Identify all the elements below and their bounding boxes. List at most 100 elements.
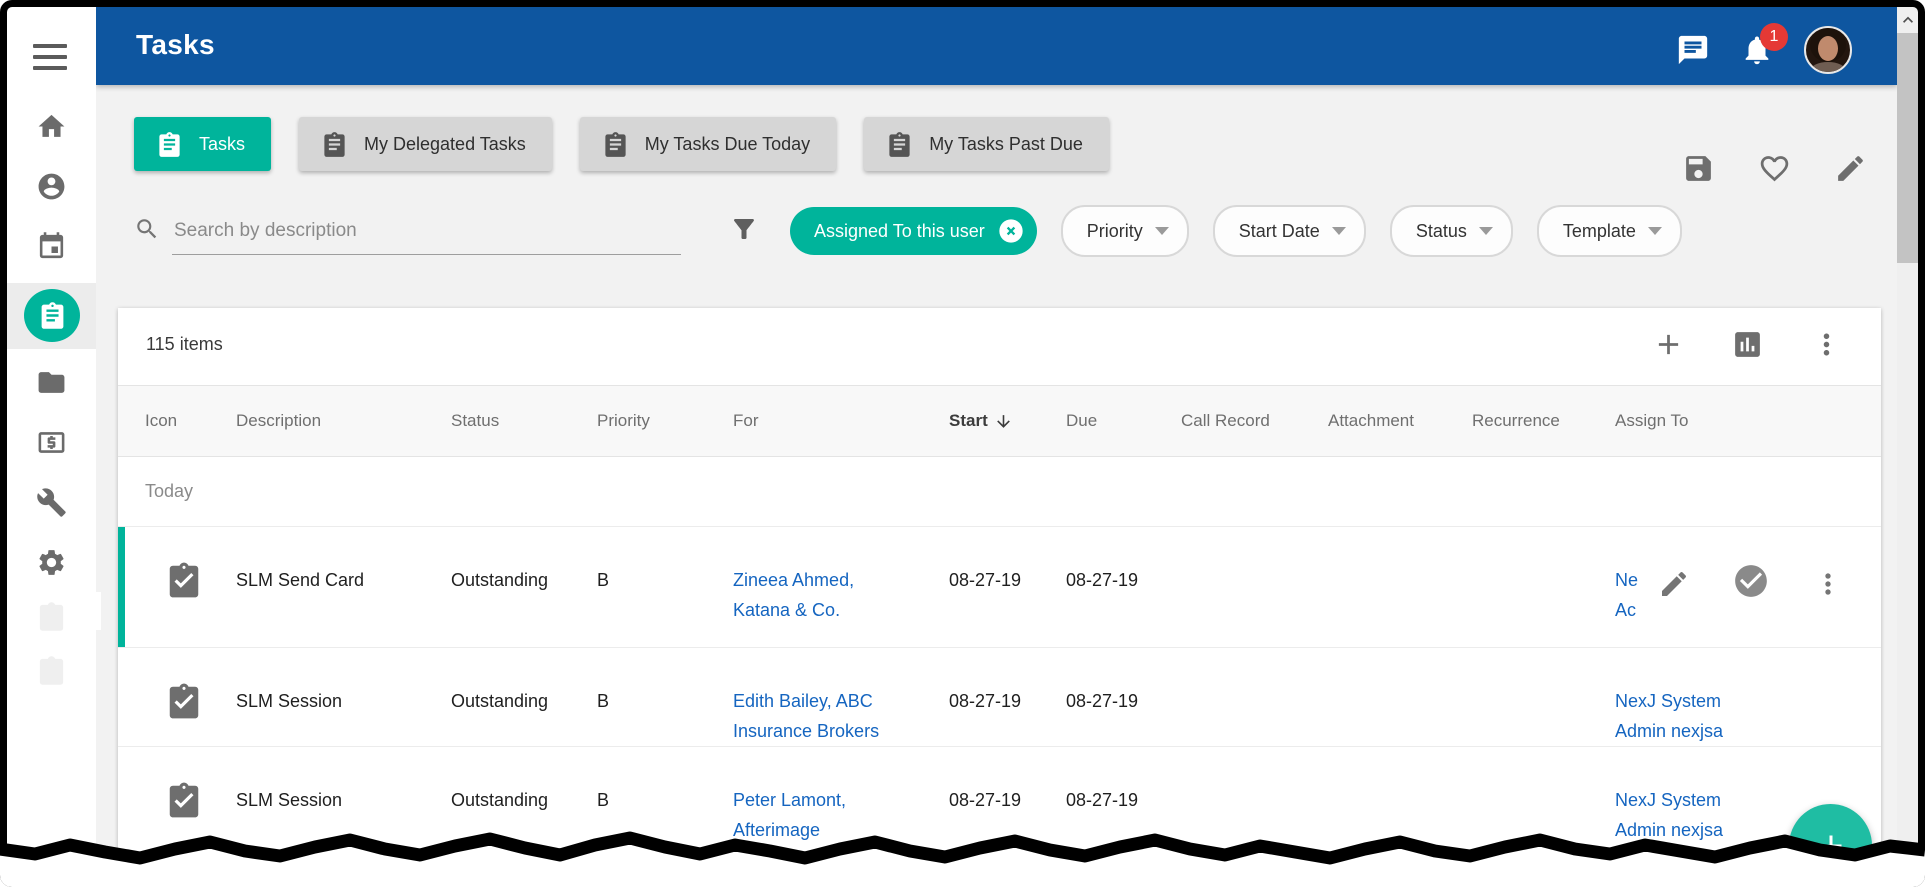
tab-my-tasks-past-due[interactable]: My Tasks Past Due: [864, 117, 1109, 171]
cell-start: 08-27-19: [949, 527, 1066, 595]
column-status[interactable]: Status: [451, 411, 597, 431]
folder-icon: [36, 367, 67, 398]
scrollbar[interactable]: [1897, 7, 1918, 887]
assign-to-link[interactable]: Admin nexjsa: [1615, 716, 1881, 746]
notifications-button[interactable]: 1: [1740, 33, 1774, 67]
group-header-today: Today: [118, 457, 1881, 527]
tab-label: My Tasks Due Today: [645, 134, 810, 155]
more-vert-icon[interactable]: [1810, 328, 1843, 361]
column-call-record[interactable]: Call Record: [1181, 411, 1328, 431]
search-row: [134, 205, 759, 257]
table-row[interactable]: SLM Session Outstanding B Edith Bailey, …: [118, 648, 1881, 747]
sidebar-item-billing[interactable]: [7, 411, 96, 473]
column-due[interactable]: Due: [1066, 411, 1181, 431]
for-link[interactable]: Afterimage: [733, 815, 949, 845]
chip-remove-icon[interactable]: [997, 217, 1025, 245]
chip-status[interactable]: Status: [1390, 205, 1513, 257]
tab-tasks[interactable]: Tasks: [134, 117, 271, 171]
clipboard-icon: [602, 131, 629, 158]
faded-icon: [36, 655, 67, 686]
clipboard-icon: [321, 131, 348, 158]
task-type-icon: [164, 778, 204, 822]
screenshot-stage: Tasks 1 Tasks My Delegated Tasks My Tas: [0, 0, 1925, 887]
cell-priority: B: [597, 648, 733, 716]
table-row[interactable]: SLM Send Card Outstanding B Zineea Ahmed…: [118, 527, 1881, 648]
home-icon: [36, 111, 67, 142]
chevron-down-icon: [1332, 227, 1346, 235]
chip-priority[interactable]: Priority: [1061, 205, 1189, 257]
for-link[interactable]: Edith Bailey, ABC: [733, 686, 949, 716]
sidebar-item-home[interactable]: [7, 95, 96, 157]
chart-icon[interactable]: [1731, 328, 1764, 361]
add-task-fab[interactable]: [1789, 804, 1872, 887]
cell-priority: B: [597, 747, 733, 815]
sidebar-item-documents[interactable]: [7, 351, 96, 413]
sidebar-item-settings[interactable]: [7, 531, 96, 593]
save-icon[interactable]: [1682, 152, 1715, 185]
chip-start-date[interactable]: Start Date: [1213, 205, 1366, 257]
tab-my-tasks-due-today[interactable]: My Tasks Due Today: [580, 117, 836, 171]
sidebar-item-calendar[interactable]: [7, 215, 96, 277]
sidebar-item-faded-2[interactable]: [7, 639, 96, 701]
column-attachment[interactable]: Attachment: [1328, 411, 1472, 431]
favorite-icon[interactable]: [1758, 152, 1791, 185]
assign-to-link[interactable]: Ne: [1615, 565, 1649, 595]
sidebar-item-faded-1[interactable]: [7, 585, 96, 647]
cell-start: 08-27-19: [949, 648, 1066, 716]
notification-badge: 1: [1760, 23, 1788, 51]
tab-label: My Delegated Tasks: [364, 134, 526, 155]
cell-due: 08-27-19: [1066, 527, 1181, 595]
filter-icon[interactable]: [729, 214, 759, 249]
for-link[interactable]: Katana & Co.: [733, 595, 949, 625]
column-icon[interactable]: Icon: [118, 411, 236, 431]
column-assign-to[interactable]: Assign To: [1612, 411, 1881, 431]
row-selected-accent: [118, 527, 125, 647]
column-priority[interactable]: Priority: [597, 411, 733, 431]
saved-list-tabs: Tasks My Delegated Tasks My Tasks Due To…: [134, 117, 1109, 171]
complete-task-icon[interactable]: [1732, 562, 1770, 605]
assign-to-link[interactable]: Ac: [1615, 595, 1649, 625]
tab-my-delegated-tasks[interactable]: My Delegated Tasks: [299, 117, 552, 171]
task-type-icon: [164, 679, 204, 723]
chat-button[interactable]: [1676, 33, 1710, 67]
add-icon[interactable]: [1652, 328, 1685, 361]
scroll-up-button[interactable]: [1897, 7, 1918, 33]
chip-template[interactable]: Template: [1537, 205, 1682, 257]
column-for[interactable]: For: [733, 411, 949, 431]
edit-row-icon[interactable]: [1658, 568, 1690, 600]
for-link[interactable]: Insurance Brokers: [733, 716, 949, 746]
column-recurrence[interactable]: Recurrence: [1472, 411, 1612, 431]
for-link[interactable]: Systems: [733, 845, 949, 875]
filter-chips: Assigned To this user Priority Start Dat…: [790, 205, 1682, 257]
chip-label: Template: [1563, 221, 1636, 242]
app-bar: Tasks 1: [96, 7, 1897, 85]
assign-to-link[interactable]: NexJ System: [1615, 686, 1881, 716]
scrollbar-thumb[interactable]: [1897, 33, 1918, 263]
column-description[interactable]: Description: [236, 411, 451, 431]
cell-description: SLM Session: [236, 747, 451, 815]
cell-description: SLM Session: [236, 648, 451, 716]
cell-recurrence: [1472, 747, 1612, 785]
chat-icon: [1676, 33, 1710, 67]
billing-icon: [36, 427, 67, 458]
cell-call-record: [1181, 747, 1328, 785]
sidebar-item-contacts[interactable]: [7, 155, 96, 217]
chip-assigned-to-this-user[interactable]: Assigned To this user: [790, 207, 1037, 255]
row-more-vert-icon[interactable]: [1812, 568, 1844, 600]
column-start[interactable]: Start: [949, 411, 1066, 431]
for-link[interactable]: Peter Lamont,: [733, 785, 949, 815]
for-link[interactable]: Zineea Ahmed,: [733, 565, 949, 595]
sort-desc-icon: [994, 412, 1013, 431]
task-type-icon: [164, 558, 204, 602]
task-list-card: 115 items Icon Description Status Priori…: [118, 308, 1881, 887]
sidebar-item-tasks[interactable]: [24, 289, 80, 342]
cell-attachment: [1328, 527, 1472, 565]
menu-icon[interactable]: [33, 44, 67, 70]
edit-icon[interactable]: [1834, 152, 1867, 185]
avatar[interactable]: [1804, 26, 1852, 74]
search-input[interactable]: [172, 208, 681, 255]
settings-icon: [36, 547, 67, 578]
sidebar-item-tools[interactable]: [7, 471, 96, 533]
chip-label: Status: [1416, 221, 1467, 242]
table-row[interactable]: SLM Session Outstanding B Peter Lamont, …: [118, 747, 1881, 887]
